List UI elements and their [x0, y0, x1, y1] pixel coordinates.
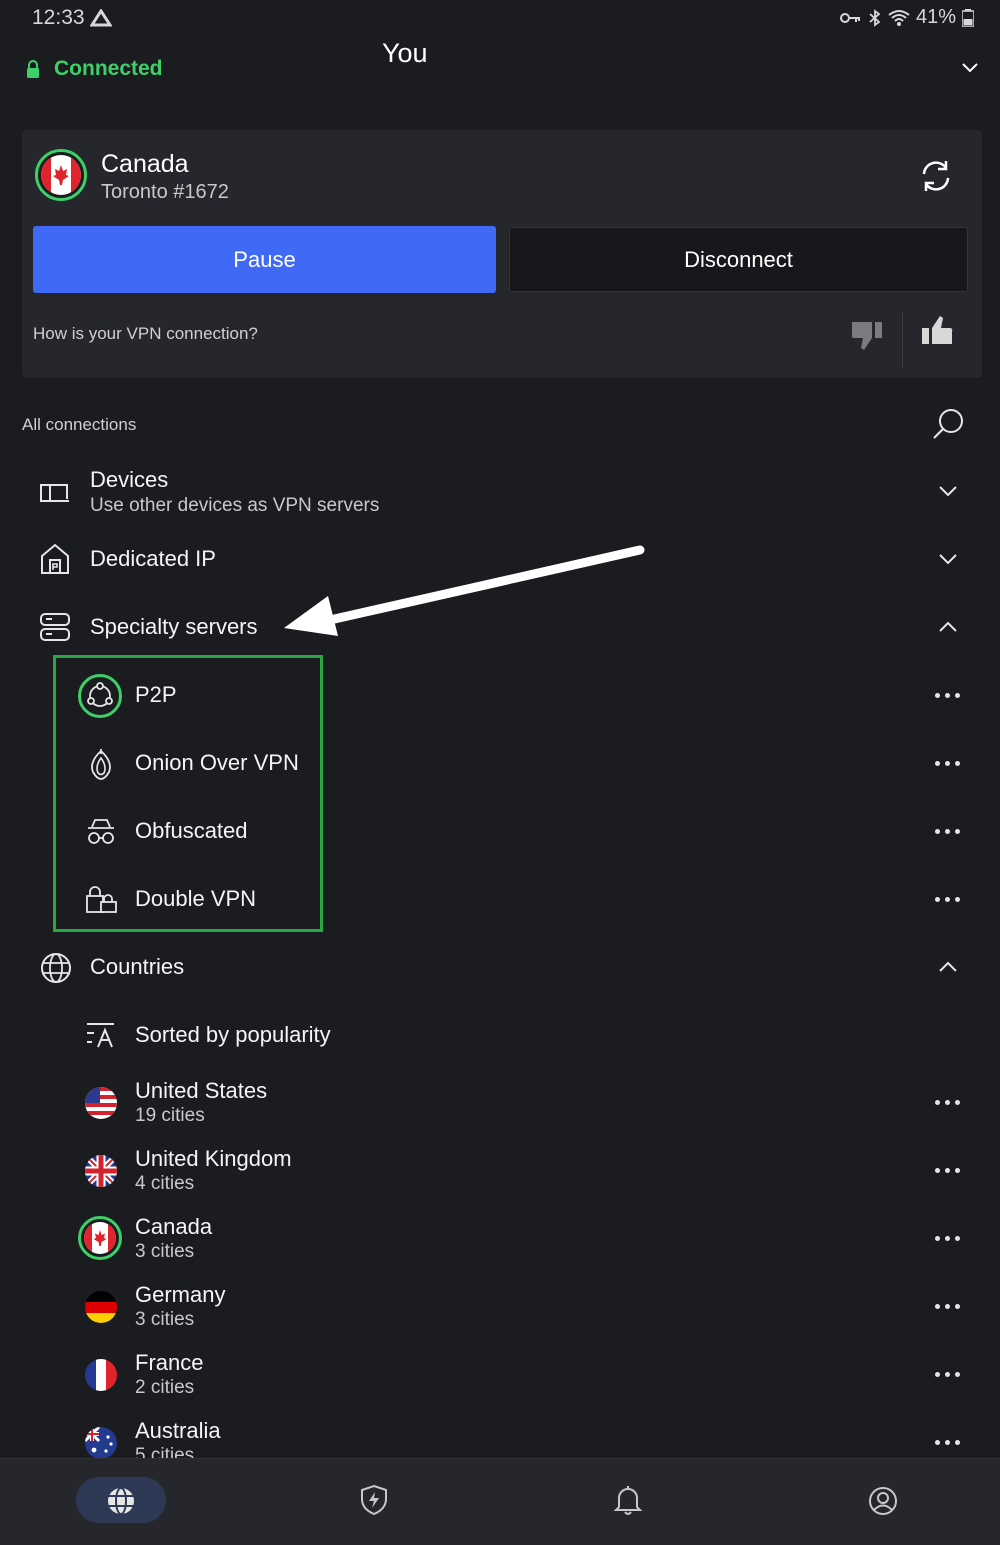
- chevron-down-icon[interactable]: [938, 484, 958, 498]
- country-cities: 3 cities: [135, 1309, 195, 1330]
- more-options-icon[interactable]: [935, 1440, 960, 1445]
- country-germany[interactable]: Germany 3 cities: [135, 1282, 225, 1331]
- connection-status-label: Connected: [54, 57, 163, 80]
- onion-icon: [86, 748, 116, 780]
- chevron-up-icon[interactable]: [938, 620, 958, 634]
- vpn-key-icon: [839, 11, 862, 25]
- france-flag-icon: [85, 1359, 117, 1391]
- country-cities: 5 cities: [135, 1445, 195, 1458]
- chevron-up-icon[interactable]: [938, 960, 958, 974]
- shield-bolt-icon[interactable]: [360, 1484, 388, 1516]
- feedback-divider: [902, 312, 903, 368]
- canada-flag-icon: [35, 149, 87, 201]
- country-canada[interactable]: Canada 3 cities: [135, 1214, 212, 1263]
- annotation-arrow: [280, 540, 650, 640]
- bluetooth-icon: [868, 8, 882, 27]
- specialty-item-p2p[interactable]: P2P: [135, 682, 177, 708]
- sort-icon: [86, 1022, 116, 1048]
- more-options-icon[interactable]: [935, 761, 960, 766]
- servers-icon: [40, 613, 70, 641]
- group-specialty-servers[interactable]: Specialty servers: [90, 614, 258, 640]
- connection-status: Connected: [26, 57, 163, 81]
- country-cities: 3 cities: [135, 1241, 195, 1262]
- sort-option[interactable]: Sorted by popularity: [135, 1022, 331, 1048]
- search-icon[interactable]: [931, 407, 965, 441]
- collapse-chevron-icon[interactable]: [960, 60, 980, 74]
- canada-flag-icon: [78, 1216, 122, 1260]
- home-ip-icon: [40, 543, 70, 575]
- country-name: Germany: [135, 1282, 226, 1307]
- pause-button[interactable]: Pause: [33, 226, 496, 293]
- status-time: 12:33: [32, 6, 85, 29]
- more-options-icon[interactable]: [935, 829, 960, 834]
- wifi-icon: [888, 9, 910, 27]
- country-name: United Kingdom: [135, 1146, 292, 1171]
- connected-country: Canada: [101, 150, 189, 178]
- australia-flag-icon: [85, 1427, 117, 1459]
- uk-flag-icon: [85, 1155, 117, 1187]
- connected-server: Toronto #1672: [101, 181, 229, 203]
- p2p-icon: [78, 674, 122, 718]
- group-dedicated-ip[interactable]: Dedicated IP: [90, 546, 216, 572]
- thumbs-up-icon[interactable]: [918, 314, 954, 348]
- status-icons: 41%: [839, 6, 974, 29]
- country-name: Canada: [135, 1214, 213, 1239]
- country-cities: 19 cities: [135, 1105, 205, 1126]
- us-flag-icon: [85, 1087, 117, 1119]
- obfuscated-icon: [86, 818, 116, 846]
- country-name: France: [135, 1350, 204, 1375]
- section-label: All connections: [22, 415, 137, 434]
- devices-icon: [40, 480, 70, 506]
- country-france[interactable]: France 2 cities: [135, 1350, 203, 1399]
- double-vpn-icon: [86, 884, 118, 914]
- specialty-item-double-vpn[interactable]: Double VPN: [135, 886, 256, 912]
- country-name: Australia: [135, 1418, 221, 1443]
- more-options-icon[interactable]: [935, 1372, 960, 1377]
- specialty-item-onion[interactable]: Onion Over VPN: [135, 750, 299, 776]
- profile-icon[interactable]: [868, 1486, 898, 1516]
- more-options-icon[interactable]: [935, 1100, 960, 1105]
- chevron-down-icon[interactable]: [938, 552, 958, 566]
- group-devices-subtitle: Use other devices as VPN servers: [90, 495, 380, 516]
- country-name: United States: [135, 1078, 268, 1103]
- germany-flag-icon: [85, 1291, 117, 1323]
- battery-level: 41%: [915, 6, 956, 28]
- refresh-icon[interactable]: [918, 158, 954, 194]
- country-cities: 4 cities: [135, 1173, 195, 1194]
- globe-icon: [40, 952, 72, 984]
- more-options-icon[interactable]: [935, 897, 960, 902]
- country-cities: 2 cities: [135, 1377, 195, 1398]
- group-countries[interactable]: Countries: [90, 954, 184, 980]
- page-title: You: [382, 38, 428, 68]
- specialty-item-obfuscated[interactable]: Obfuscated: [135, 818, 248, 844]
- disconnect-button[interactable]: Disconnect: [509, 227, 968, 292]
- bell-icon[interactable]: [614, 1484, 642, 1516]
- group-devices[interactable]: Devices Use other devices as VPN servers: [90, 467, 379, 517]
- group-devices-title: Devices: [90, 467, 169, 492]
- more-options-icon[interactable]: [935, 1304, 960, 1309]
- feedback-question: How is your VPN connection?: [33, 324, 258, 343]
- globe-icon[interactable]: [106, 1486, 136, 1516]
- thumbs-down-icon[interactable]: [850, 318, 886, 352]
- more-options-icon[interactable]: [935, 693, 960, 698]
- battery-icon: [962, 8, 974, 27]
- notification-icon: [90, 9, 112, 27]
- lock-icon: [26, 60, 40, 78]
- country-united-states[interactable]: United States 19 cities: [135, 1078, 267, 1127]
- country-australia[interactable]: Australia 5 cities: [135, 1418, 221, 1458]
- more-options-icon[interactable]: [935, 1168, 960, 1173]
- more-options-icon[interactable]: [935, 1236, 960, 1241]
- country-united-kingdom[interactable]: United Kingdom 4 cities: [135, 1146, 292, 1195]
